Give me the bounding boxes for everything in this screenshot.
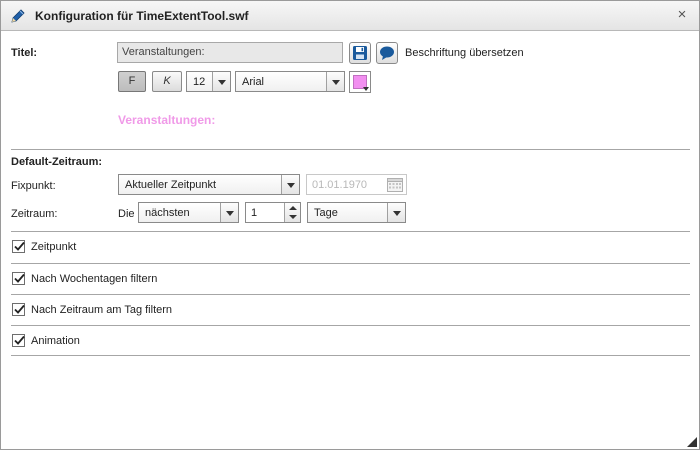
translate-button[interactable] — [376, 42, 398, 64]
fixpunkt-label: Fixpunkt: — [11, 180, 56, 192]
daytime-filter-checkbox[interactable] — [12, 303, 25, 316]
chevron-down-icon — [281, 175, 299, 194]
option-label[interactable]: Nach Wochentagen filtern — [31, 273, 157, 285]
title-label: Titel: — [11, 47, 38, 59]
dialog-title: Konfiguration für TimeExtentTool.swf — [35, 9, 249, 23]
die-label: Die — [118, 208, 135, 220]
divider — [11, 294, 690, 295]
unit-select[interactable]: Tage — [307, 202, 406, 223]
spinner-buttons[interactable] — [284, 203, 300, 222]
default-range-heading: Default-Zeitraum: — [11, 156, 103, 168]
translate-label[interactable]: Beschriftung übersetzen — [405, 47, 524, 59]
zeitpunkt-checkbox[interactable] — [12, 240, 25, 253]
chevron-down-icon — [387, 203, 405, 222]
font-family-value: Arial — [242, 76, 265, 88]
checkmark-icon — [14, 273, 25, 283]
divider — [11, 149, 690, 150]
checkmark-icon — [14, 335, 25, 345]
direction-value: nächsten — [145, 207, 190, 219]
chevron-down-icon — [212, 72, 230, 91]
calendar-icon[interactable] — [387, 177, 403, 192]
title-preview: Veranstaltungen: — [118, 113, 216, 127]
date-value: 01.01.1970 — [312, 179, 368, 191]
chevron-down-icon — [363, 87, 369, 91]
divider — [11, 325, 690, 326]
divider — [11, 263, 690, 264]
direction-select[interactable]: nächsten — [138, 202, 239, 223]
fixpunkt-select[interactable]: Aktueller Zeitpunkt — [118, 174, 300, 195]
italic-button[interactable]: K — [152, 71, 182, 92]
weekday-filter-checkbox[interactable] — [12, 272, 25, 285]
option-label[interactable]: Zeitpunkt — [31, 241, 76, 253]
option-label[interactable]: Animation — [31, 335, 80, 347]
divider — [11, 355, 690, 356]
amount-value: 1 — [251, 207, 258, 219]
bold-button[interactable]: F — [118, 71, 146, 92]
animation-checkbox[interactable] — [12, 334, 25, 347]
date-field[interactable]: 01.01.1970 — [306, 174, 407, 195]
font-size-select[interactable]: 12 — [186, 71, 231, 92]
option-label[interactable]: Nach Zeitraum am Tag filtern — [31, 304, 172, 316]
font-size-value: 12 — [193, 76, 206, 88]
font-family-select[interactable]: Arial — [235, 71, 345, 92]
config-dialog: Konfiguration für TimeExtentTool.swf × T… — [0, 0, 700, 450]
resize-grip-icon[interactable] — [687, 437, 697, 447]
chevron-down-icon[interactable] — [289, 215, 297, 219]
fixpunkt-value: Aktueller Zeitpunkt — [125, 179, 217, 191]
save-button[interactable] — [349, 42, 371, 64]
chevron-up-icon[interactable] — [289, 206, 297, 210]
text-color-picker[interactable] — [349, 71, 371, 93]
checkmark-icon — [14, 241, 25, 251]
chevron-down-icon — [220, 203, 238, 222]
unit-value: Tage — [314, 207, 338, 219]
divider — [11, 231, 690, 232]
checkmark-icon — [14, 304, 25, 314]
title-input[interactable]: Veranstaltungen: — [117, 42, 343, 63]
dialog-titlebar[interactable]: Konfiguration für TimeExtentTool.swf × — [1, 1, 699, 31]
zeitraum-label: Zeitraum: — [11, 208, 58, 220]
amount-stepper[interactable]: 1 — [245, 202, 301, 223]
close-icon[interactable]: × — [675, 7, 689, 22]
chevron-down-icon — [326, 72, 344, 91]
pencil-icon — [9, 7, 27, 25]
